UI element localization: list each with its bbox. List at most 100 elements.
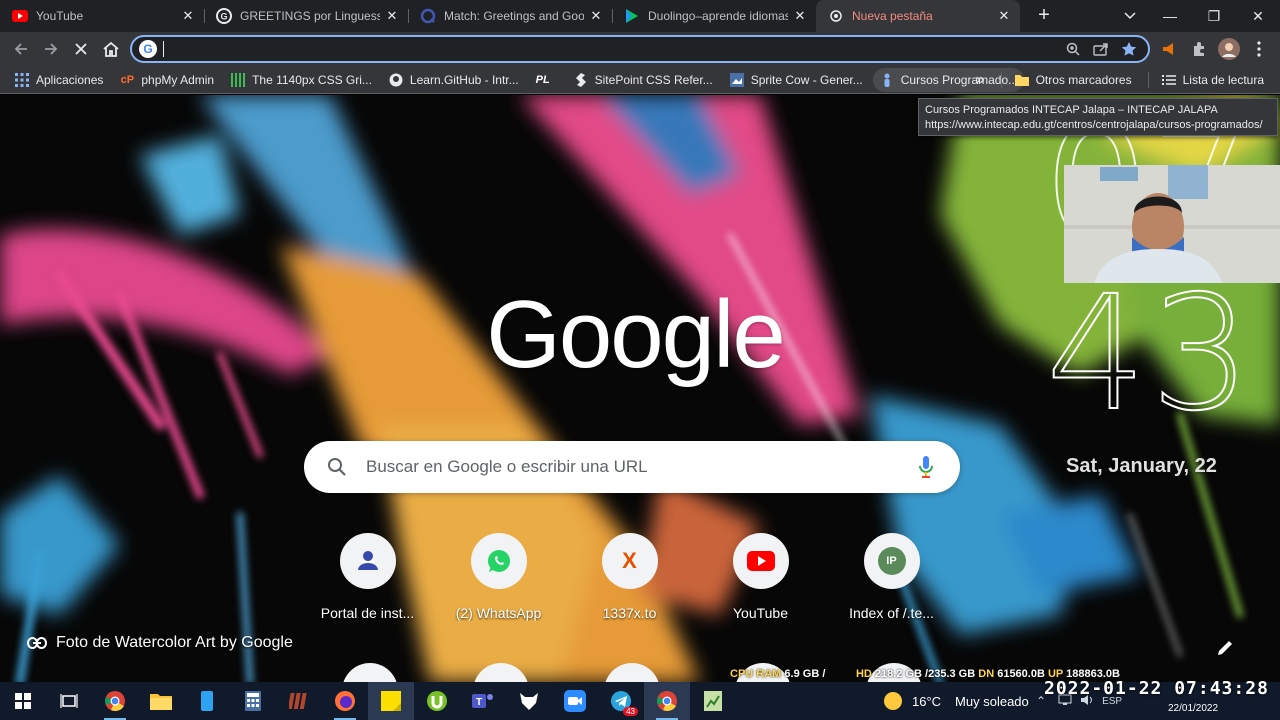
more-menu-icon[interactable] xyxy=(1244,34,1274,64)
bookmark-pl[interactable]: PL xyxy=(529,68,563,92)
tab-title: Duolingo–aprende idiomas xyxy=(648,9,788,23)
minimize-icon[interactable]: — xyxy=(1148,0,1192,32)
file-explorer-icon[interactable] xyxy=(138,682,184,720)
forward-icon[interactable] xyxy=(36,34,66,64)
shortcut-tile[interactable]: (2) WhatsApp xyxy=(433,533,564,621)
winrar-icon[interactable] xyxy=(276,682,322,720)
ntp-search-input[interactable] xyxy=(366,457,914,477)
shortcut-label: YouTube xyxy=(732,605,788,621)
dn-value: 61560.0B xyxy=(997,668,1045,680)
back-icon[interactable] xyxy=(6,34,36,64)
photo-credit[interactable]: Foto de Watercolor Art by Google xyxy=(26,632,293,654)
utorrent-icon[interactable] xyxy=(414,682,460,720)
stop-loading-icon[interactable] xyxy=(66,34,96,64)
wolf-app-icon[interactable] xyxy=(506,682,552,720)
tab-new-tab[interactable]: Nueva pestaña ✕ xyxy=(816,0,1020,32)
tab-duolingo[interactable]: Duolingo–aprende idiomas ✕ xyxy=(612,0,816,32)
customize-pencil-icon[interactable] xyxy=(1212,635,1238,661)
shortcut-tile[interactable]: X 1337x.to xyxy=(564,533,695,621)
tooltip-title: Cursos Programados INTECAP Jalapa – INTE… xyxy=(925,104,1218,116)
chrome-taskbar-icon-2[interactable] xyxy=(644,682,690,720)
search-icon xyxy=(326,456,348,478)
chrome-taskbar-icon[interactable] xyxy=(92,682,138,720)
tab-title: Nueva pestaña xyxy=(852,9,933,23)
clock-date: Sat, January, 22 xyxy=(1066,455,1217,477)
profile-avatar[interactable] xyxy=(1214,34,1244,64)
sticky-notes-icon[interactable] xyxy=(368,682,414,720)
bookmark-phpmyadmin[interactable]: cP phpMy Admin xyxy=(113,68,220,92)
firefox-icon[interactable] xyxy=(322,682,368,720)
more-bookmarks-icon[interactable]: » xyxy=(976,71,985,89)
teams-icon[interactable]: T xyxy=(460,682,506,720)
tab-title: YouTube xyxy=(36,9,84,23)
reading-list[interactable]: Lista de lectura xyxy=(1155,68,1270,92)
1337x-icon: X xyxy=(601,533,658,589)
text-caret xyxy=(163,41,164,57)
grid-bars-icon xyxy=(230,72,246,88)
divider xyxy=(1147,72,1149,88)
ntp-search-box[interactable] xyxy=(304,441,960,493)
chrome-icon xyxy=(828,8,844,24)
zoom-app-icon[interactable] xyxy=(552,682,598,720)
telegram-icon[interactable]: 43 xyxy=(598,682,644,720)
github-icon xyxy=(388,72,404,88)
shortcut-tile[interactable]: IP Index of /.te... xyxy=(826,533,957,621)
spreadsheet-icon[interactable] xyxy=(690,682,736,720)
close-tab-icon[interactable]: ✕ xyxy=(180,8,196,24)
bookmark-sitepoint[interactable]: SitePoint CSS Refer... xyxy=(567,68,719,92)
tab-strip: YouTube ✕ G GREETINGS por Linguess en ✕ … xyxy=(0,0,1280,32)
hd-value: 218.2 GB /235.3 GB xyxy=(874,668,976,680)
taskbar-date[interactable]: 22/01/2022 xyxy=(1168,703,1218,714)
new-tab-button[interactable]: + xyxy=(1028,0,1060,32)
address-input[interactable] xyxy=(172,39,1064,59)
clock-minutes: 43 xyxy=(1045,262,1256,446)
share-icon[interactable] xyxy=(1092,40,1110,58)
extension-tampermonkey-icon[interactable] xyxy=(1154,34,1184,64)
tab-greetings[interactable]: G GREETINGS por Linguess en ✕ xyxy=(204,0,408,32)
microphone-icon[interactable] xyxy=(914,455,938,479)
new-tab-page: Google Portal de inst... (2) WhatsA xyxy=(0,95,1280,682)
zoom-icon[interactable] xyxy=(1064,40,1082,58)
toolbar: G xyxy=(0,32,1280,66)
close-tab-icon[interactable]: ✕ xyxy=(996,8,1012,24)
close-tab-icon[interactable]: ✕ xyxy=(792,8,808,24)
phone-app-icon[interactable] xyxy=(184,682,230,720)
shortcut-tile[interactable] xyxy=(473,663,529,682)
calculator-icon[interactable] xyxy=(230,682,276,720)
whatsapp-icon xyxy=(470,533,527,589)
intecap-icon xyxy=(879,72,895,88)
home-icon[interactable] xyxy=(96,34,126,64)
shortcut-tile[interactable] xyxy=(342,663,398,682)
sun-icon xyxy=(884,692,902,710)
other-bookmarks[interactable]: Otros marcadores xyxy=(1008,68,1138,92)
close-tab-icon[interactable]: ✕ xyxy=(384,8,400,24)
extensions-puzzle-icon[interactable] xyxy=(1184,34,1214,64)
bookmark-label: Learn.GitHub - Intr... xyxy=(409,72,519,87)
close-window-icon[interactable]: ✕ xyxy=(1236,0,1280,32)
shortcut-tile[interactable] xyxy=(604,663,660,682)
task-view-icon[interactable] xyxy=(46,682,92,720)
shortcut-tile[interactable]: YouTube xyxy=(695,533,826,621)
quizlet-icon xyxy=(420,8,436,24)
tab-search-icon[interactable] xyxy=(1114,0,1146,32)
shortcut-label: (2) WhatsApp xyxy=(455,605,542,621)
close-tab-icon[interactable]: ✕ xyxy=(588,8,604,24)
shortcut-label: 1337x.to xyxy=(602,605,657,621)
bookmark-apps[interactable]: Aplicaciones xyxy=(8,68,109,92)
tab-youtube[interactable]: YouTube ✕ xyxy=(0,0,204,32)
bookmark-github[interactable]: Learn.GitHub - Intr... xyxy=(382,68,525,92)
bookmark-star-icon[interactable] xyxy=(1120,40,1138,58)
folder-icon xyxy=(1014,72,1030,88)
tab-match[interactable]: Match: Greetings and Goodb ✕ xyxy=(408,0,612,32)
google-icon: G xyxy=(216,8,232,24)
bookmark-label: Aplicaciones xyxy=(36,72,104,87)
bookmark-1140px[interactable]: The 1140px CSS Gri... xyxy=(224,68,378,92)
shortcut-tile[interactable]: Portal de inst... xyxy=(302,533,433,621)
address-bar[interactable]: G xyxy=(130,35,1150,63)
webcam-overlay xyxy=(1064,165,1280,283)
weather-widget[interactable]: 16°C Muy soleado xyxy=(884,682,1029,720)
bookmark-label: The 1140px CSS Gri... xyxy=(252,72,372,87)
windows-start-icon[interactable] xyxy=(0,682,46,720)
restore-icon[interactable]: ❐ xyxy=(1192,0,1236,32)
bookmark-spritecow[interactable]: Sprite Cow - Gener... xyxy=(723,68,869,92)
